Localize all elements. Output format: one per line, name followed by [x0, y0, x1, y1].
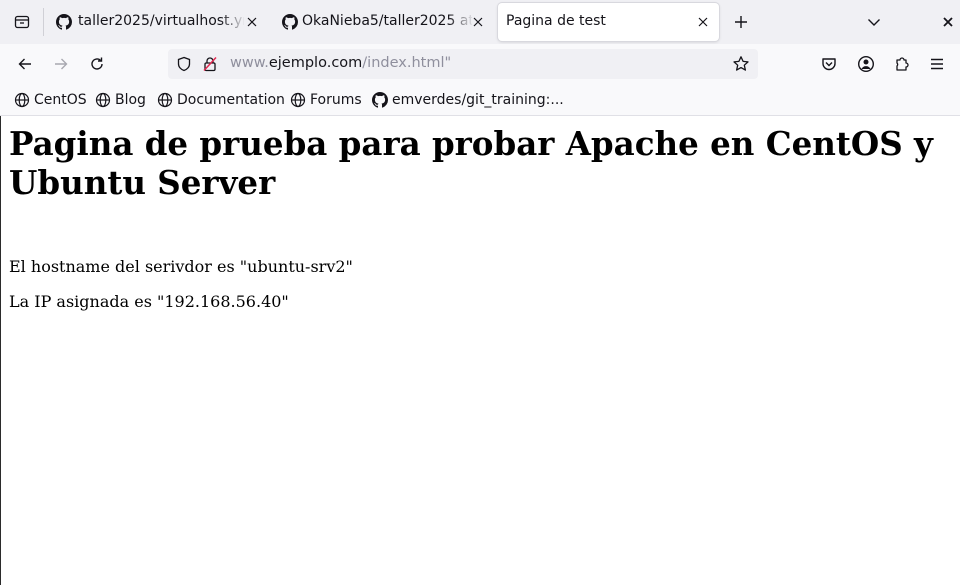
- bookmark-label: CentOS: [34, 92, 87, 108]
- extensions-button[interactable]: [888, 50, 916, 78]
- close-icon: [943, 17, 953, 27]
- tab-separator: [43, 8, 44, 36]
- bookmark-star-icon[interactable]: [732, 55, 750, 73]
- reload-icon: [89, 56, 105, 72]
- github-icon: [282, 14, 298, 30]
- url-host: ejemplo.com: [268, 55, 363, 71]
- tab-title: OkaNieba5/taller2025 at: [302, 13, 472, 29]
- bookmark-blog[interactable]: Blog: [95, 91, 146, 109]
- url-text[interactable]: www.ejemplo.com/index.html": [230, 55, 451, 71]
- close-tab-icon[interactable]: [470, 14, 486, 30]
- page-content: Pagina de prueba para probar Apache en C…: [0, 116, 960, 585]
- globe-icon: [14, 92, 30, 108]
- window-close-button[interactable]: [938, 12, 958, 32]
- bookmark-label: emverdes/git_training:...: [392, 92, 564, 108]
- bookmark-label: Blog: [115, 92, 146, 108]
- bookmark-label: Documentation: [177, 92, 285, 108]
- arrow-left-icon: [17, 56, 33, 72]
- insecure-lock-icon[interactable]: [202, 56, 218, 72]
- firefox-view-icon: [14, 14, 30, 30]
- hamburger-menu-icon: [929, 56, 945, 72]
- bookmarks-toolbar: CentOS Blog Documentation Forums emverde…: [0, 84, 960, 116]
- close-tab-icon[interactable]: [695, 14, 711, 30]
- account-button[interactable]: [852, 50, 880, 78]
- firefox-view-button[interactable]: [0, 0, 43, 44]
- pocket-icon: [821, 56, 837, 72]
- plus-icon: [734, 15, 748, 29]
- bookmark-git-training[interactable]: emverdes/git_training:...: [372, 91, 564, 109]
- ip-text: La IP asignada es "192.168.56.40": [9, 292, 289, 311]
- tab-title-fade: [220, 3, 246, 41]
- globe-icon: [95, 92, 111, 108]
- url-bar[interactable]: www.ejemplo.com/index.html": [168, 49, 758, 79]
- globe-icon: [290, 92, 306, 108]
- bookmark-documentation[interactable]: Documentation: [157, 91, 285, 109]
- menu-button[interactable]: [923, 50, 951, 78]
- url-prefix: www.: [230, 55, 269, 71]
- chevron-down-icon: [867, 17, 881, 27]
- forward-button[interactable]: [47, 50, 75, 78]
- tab-okanieba5-taller2025[interactable]: OkaNieba5/taller2025 at: [274, 3, 492, 41]
- tab-taller2025-virtualhost[interactable]: taller2025/virtualhost.ym: [48, 3, 264, 41]
- navigation-toolbar: www.ejemplo.com/index.html": [0, 44, 960, 84]
- github-icon: [56, 14, 72, 30]
- back-button[interactable]: [11, 50, 39, 78]
- puzzle-piece-icon: [894, 56, 910, 72]
- tab-title: Pagina de test: [506, 13, 606, 29]
- tab-strip: taller2025/virtualhost.ym OkaNieba5/tall…: [0, 0, 960, 44]
- close-tab-icon[interactable]: [244, 14, 260, 30]
- reload-button[interactable]: [83, 50, 111, 78]
- bookmark-forums[interactable]: Forums: [290, 91, 362, 109]
- globe-icon: [157, 92, 173, 108]
- url-path: /index.html": [362, 55, 452, 71]
- list-all-tabs-button[interactable]: [864, 12, 884, 32]
- pocket-button[interactable]: [815, 50, 843, 78]
- arrow-right-icon: [53, 56, 69, 72]
- account-icon: [857, 55, 875, 73]
- tracking-protection-shield-icon[interactable]: [176, 56, 192, 72]
- github-icon: [372, 92, 388, 108]
- bookmark-label: Forums: [310, 92, 362, 108]
- bookmark-centos[interactable]: CentOS: [14, 91, 87, 109]
- new-tab-button[interactable]: [729, 10, 753, 34]
- tab-pagina-de-test[interactable]: Pagina de test: [498, 3, 719, 41]
- page-heading: Pagina de prueba para probar Apache en C…: [9, 124, 933, 202]
- hostname-text: El hostname del serivdor es "ubuntu-srv2…: [9, 257, 353, 276]
